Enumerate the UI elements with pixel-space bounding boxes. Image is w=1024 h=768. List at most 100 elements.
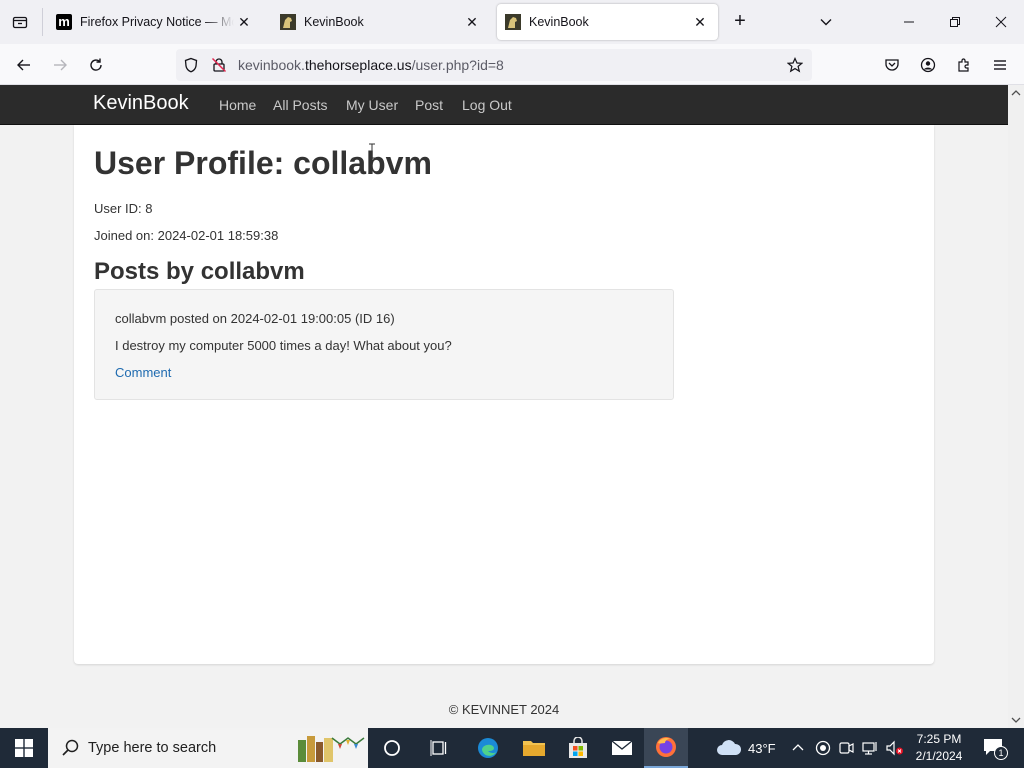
site-navbar: KevinBook Home All Posts My User Post Lo…: [0, 85, 1008, 125]
joined-date: Joined on: 2024-02-01 18:59:38: [94, 228, 279, 243]
edge-taskbar-button[interactable]: [466, 728, 510, 768]
tab-close-icon[interactable]: ✕: [234, 12, 254, 32]
taskbar-search-box[interactable]: Type here to search: [48, 728, 368, 768]
task-view-icon: [430, 740, 447, 756]
tab-close-icon[interactable]: ✕: [462, 12, 482, 32]
shield-icon[interactable]: [182, 56, 200, 74]
tab-title: KevinBook: [529, 15, 589, 29]
account-icon: [920, 57, 936, 73]
forward-button[interactable]: [46, 52, 74, 78]
address-bar[interactable]: kevinbook.thehorseplace.us/user.php?id=8: [176, 49, 812, 81]
file-explorer-button[interactable]: [512, 728, 556, 768]
action-center-button[interactable]: 1: [982, 737, 1008, 760]
volume-muted-icon[interactable]: [885, 738, 905, 758]
nav-link-log-out[interactable]: Log Out: [462, 97, 512, 113]
show-hidden-icons-chevron-up-icon[interactable]: [788, 738, 808, 758]
post-card: collabvm posted on 2024-02-01 19:00:05 (…: [94, 289, 674, 400]
account-button[interactable]: [914, 52, 942, 78]
weather-widget[interactable]: 43°F: [716, 728, 782, 768]
page-viewport: KevinBook Home All Posts My User Post Lo…: [0, 85, 1008, 728]
tab-kevinbook[interactable]: KevinBook ✕: [272, 4, 490, 40]
tab-kevinbook-active[interactable]: KevinBook ✕: [497, 4, 718, 40]
page-footer: © KEVINNET 2024: [448, 702, 560, 717]
cortana-button[interactable]: [370, 728, 414, 768]
tab-privacy-notice[interactable]: m Firefox Privacy Notice — Mozilla ✕: [48, 4, 262, 40]
scroll-down-icon[interactable]: [1010, 714, 1022, 726]
tab-title: Firefox Privacy Notice — Mozilla: [80, 15, 234, 29]
start-button[interactable]: [0, 728, 48, 768]
firefox-view-button[interactable]: [8, 10, 32, 34]
user-id: User ID: 8: [94, 201, 153, 216]
search-placeholder: Type here to search: [88, 740, 217, 756]
url-domain: thehorseplace.us: [304, 57, 412, 73]
weather-temperature: 43°F: [748, 740, 776, 756]
mail-icon: [611, 740, 633, 755]
mozilla-favicon-icon: m: [56, 14, 72, 30]
close-window-button[interactable]: [986, 8, 1016, 36]
url-prefix: kevinbook.: [238, 57, 305, 73]
folder-icon: [523, 741, 545, 756]
tab-separator: [42, 8, 43, 36]
puzzle-icon: [958, 58, 969, 72]
bookmark-star-button[interactable]: [784, 54, 806, 76]
insecure-lock-icon[interactable]: [210, 56, 228, 74]
firefox-icon: [656, 737, 676, 757]
hamburger-menu-icon: [994, 60, 1006, 70]
minimize-button[interactable]: [894, 8, 924, 36]
task-view-button[interactable]: [418, 728, 462, 768]
post-body: I destroy my computer 5000 times a day! …: [115, 338, 452, 353]
cloud-icon: [717, 740, 742, 755]
tab-close-icon[interactable]: ✕: [690, 12, 710, 32]
record-icon[interactable]: [813, 738, 833, 758]
firefox-taskbar-button[interactable]: [644, 728, 688, 768]
store-bag-icon: [569, 737, 587, 758]
scroll-up-icon[interactable]: [1010, 87, 1022, 99]
horse-favicon-icon: [280, 14, 296, 30]
nav-link-post[interactable]: Post: [415, 97, 443, 113]
site-brand[interactable]: KevinBook: [93, 92, 189, 115]
tab-title: KevinBook: [304, 15, 364, 29]
windows-logo-icon: [15, 739, 33, 757]
mail-taskbar-button[interactable]: [600, 728, 644, 768]
network-icon[interactable]: [860, 738, 880, 758]
reload-button[interactable]: [82, 52, 110, 78]
app-menu-button[interactable]: [986, 52, 1014, 78]
meet-now-icon[interactable]: [836, 738, 856, 758]
nav-link-home[interactable]: Home: [219, 97, 256, 113]
chevron-down-icon: [820, 19, 832, 26]
clock-date: 2/1/2024: [915, 749, 963, 763]
vertical-scrollbar[interactable]: [1008, 85, 1024, 728]
back-button[interactable]: [10, 52, 38, 78]
store-taskbar-button[interactable]: [556, 728, 600, 768]
navigation-toolbar: kevinbook.thehorseplace.us/user.php?id=8: [0, 44, 1024, 85]
post-meta: collabvm posted on 2024-02-01 19:00:05 (…: [115, 311, 395, 326]
pocket-icon: [885, 59, 899, 71]
tab-strip: m Firefox Privacy Notice — Mozilla ✕ Kev…: [0, 0, 1024, 44]
clock-time: 7:25 PM: [916, 732, 962, 746]
restore-icon: [950, 17, 960, 27]
taskbar: Type here to search 43°F 7:25 PM 2/1/202…: [0, 728, 1024, 768]
page-title: User Profile: collabvm: [94, 145, 432, 181]
restore-button[interactable]: [940, 8, 970, 36]
edge-icon: [478, 738, 498, 758]
comment-link[interactable]: Comment: [115, 365, 171, 380]
nav-link-my-user[interactable]: My User: [346, 97, 398, 113]
list-all-tabs-button[interactable]: [814, 10, 838, 34]
taskbar-clock[interactable]: 7:25 PM 2/1/2024: [908, 731, 970, 765]
url-text[interactable]: kevinbook.thehorseplace.us/user.php?id=8: [238, 57, 504, 73]
reload-icon: [90, 58, 102, 71]
cortana-icon: [384, 740, 400, 756]
content-panel: User Profile: collabvm User ID: 8 Joined…: [74, 125, 934, 664]
minimize-icon: [904, 21, 914, 23]
arrow-left-icon: [17, 59, 30, 71]
star-icon: [787, 57, 803, 73]
arrow-right-icon: [54, 59, 67, 71]
text-cursor-icon: [369, 143, 375, 159]
extensions-button[interactable]: [950, 52, 978, 78]
search-highlight-books-icon: [298, 736, 365, 762]
pocket-button[interactable]: [878, 52, 906, 78]
nav-link-all-posts[interactable]: All Posts: [273, 97, 327, 113]
posts-heading: Posts by collabvm: [94, 258, 305, 285]
new-tab-button[interactable]: +: [728, 10, 752, 34]
firefox-view-icon: [12, 16, 28, 29]
